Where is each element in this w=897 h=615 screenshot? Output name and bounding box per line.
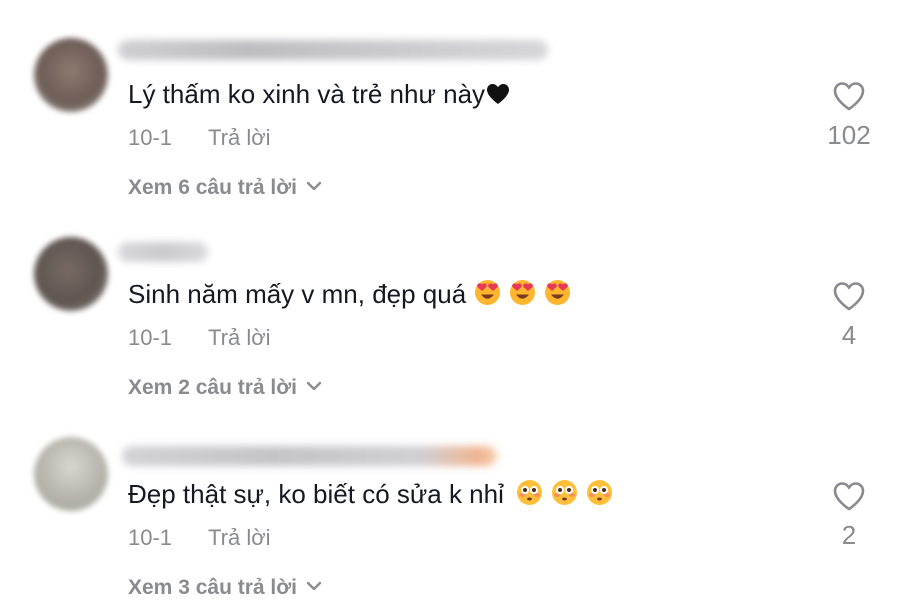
heart-eyes-emoji-icon — [544, 279, 571, 306]
view-replies-label: Xem 3 câu trả lời — [128, 576, 298, 599]
comment-text-content: Đẹp thật sự, ko biết có sửa k nhỉ — [128, 479, 504, 509]
view-replies-label: Xem 6 câu trả lời — [128, 176, 298, 199]
comment-text: Lý thấm ko xinh và trẻ như này — [128, 74, 510, 114]
comment-item: Đẹp thật sự, ko biết có sửa k nhỉ 10-1 Tr… — [0, 400, 897, 600]
reply-button[interactable]: Trả lời — [208, 325, 271, 350]
comment-date: 10-1 — [128, 125, 173, 150]
username-blurred[interactable] — [122, 446, 497, 466]
like-section: 102 — [819, 80, 879, 152]
comment-text: Sinh năm mấy v mn, đẹp quá — [128, 274, 571, 314]
comment-date: 10-1 — [128, 525, 173, 550]
comment-text-content: Sinh năm mấy v mn, đẹp quá — [128, 279, 467, 309]
like-count: 2 — [841, 520, 857, 550]
like-section: 2 — [819, 480, 879, 552]
flushed-face-emoji-icon — [551, 479, 578, 506]
like-count: 4 — [841, 320, 857, 350]
view-replies-button[interactable]: Xem 3 câu trả lời — [128, 572, 323, 604]
comment-meta: 10-1 Trả lời — [128, 322, 271, 354]
heart-outline-icon[interactable] — [832, 480, 866, 512]
like-section: 4 — [819, 280, 879, 352]
chevron-down-icon — [306, 381, 322, 391]
chevron-down-icon — [306, 181, 322, 191]
flushed-face-emoji-icon — [516, 479, 543, 506]
heart-outline-icon[interactable] — [832, 280, 866, 312]
comment-item: Sinh năm mấy v mn, đẹp quá 10-1 Trả lời X… — [0, 200, 897, 400]
avatar[interactable] — [34, 437, 108, 511]
username-blurred[interactable] — [118, 242, 208, 262]
avatar[interactable] — [34, 237, 108, 311]
comment-meta: 10-1 Trả lời — [128, 522, 271, 554]
comment-meta: 10-1 Trả lời — [128, 122, 271, 154]
comment-item: Lý thấm ko xinh và trẻ như này 10-1 Trả l… — [0, 0, 897, 200]
username-blurred[interactable] — [118, 40, 548, 60]
reply-button[interactable]: Trả lời — [208, 525, 271, 550]
comment-text-content: Lý thấm ko xinh và trẻ như này — [128, 79, 486, 109]
heart-eyes-emoji-icon — [474, 279, 501, 306]
view-replies-label: Xem 2 câu trả lời — [128, 376, 298, 399]
avatar[interactable] — [34, 38, 108, 112]
reply-button[interactable]: Trả lời — [208, 125, 271, 150]
heart-eyes-emoji-icon — [509, 279, 536, 306]
chevron-down-icon — [306, 581, 322, 591]
black-heart-icon — [487, 84, 510, 104]
comment-text: Đẹp thật sự, ko biết có sửa k nhỉ — [128, 474, 613, 514]
comment-date: 10-1 — [128, 325, 173, 350]
heart-outline-icon[interactable] — [832, 80, 866, 112]
like-count: 102 — [827, 120, 871, 150]
flushed-face-emoji-icon — [586, 479, 613, 506]
